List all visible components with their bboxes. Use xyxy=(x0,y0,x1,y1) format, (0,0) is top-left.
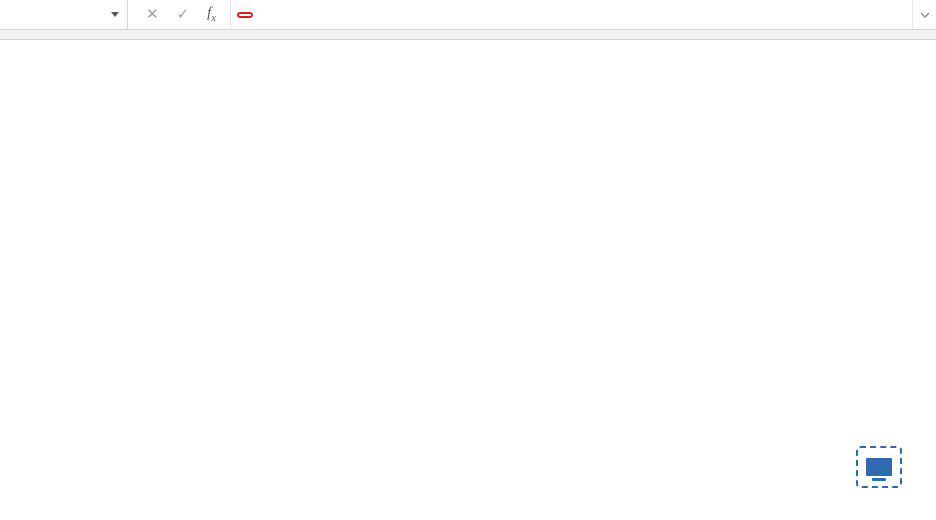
ruler-strip xyxy=(0,30,936,40)
formula-bar: ✕ ✓ fx xyxy=(0,0,936,30)
name-box-dropdown-icon[interactable] xyxy=(111,12,119,17)
confirm-icon[interactable]: ✓ xyxy=(177,5,190,24)
watermark-monitor-icon xyxy=(856,446,902,488)
formula-input[interactable] xyxy=(231,0,912,29)
watermark-logo xyxy=(856,446,912,488)
cancel-icon[interactable]: ✕ xyxy=(146,5,159,24)
formula-bar-actions: ✕ ✓ fx xyxy=(128,0,231,29)
formula-text xyxy=(237,12,253,18)
fx-icon[interactable]: fx xyxy=(207,5,216,24)
name-box[interactable] xyxy=(0,0,128,29)
expand-formula-bar-icon[interactable] xyxy=(912,0,936,29)
